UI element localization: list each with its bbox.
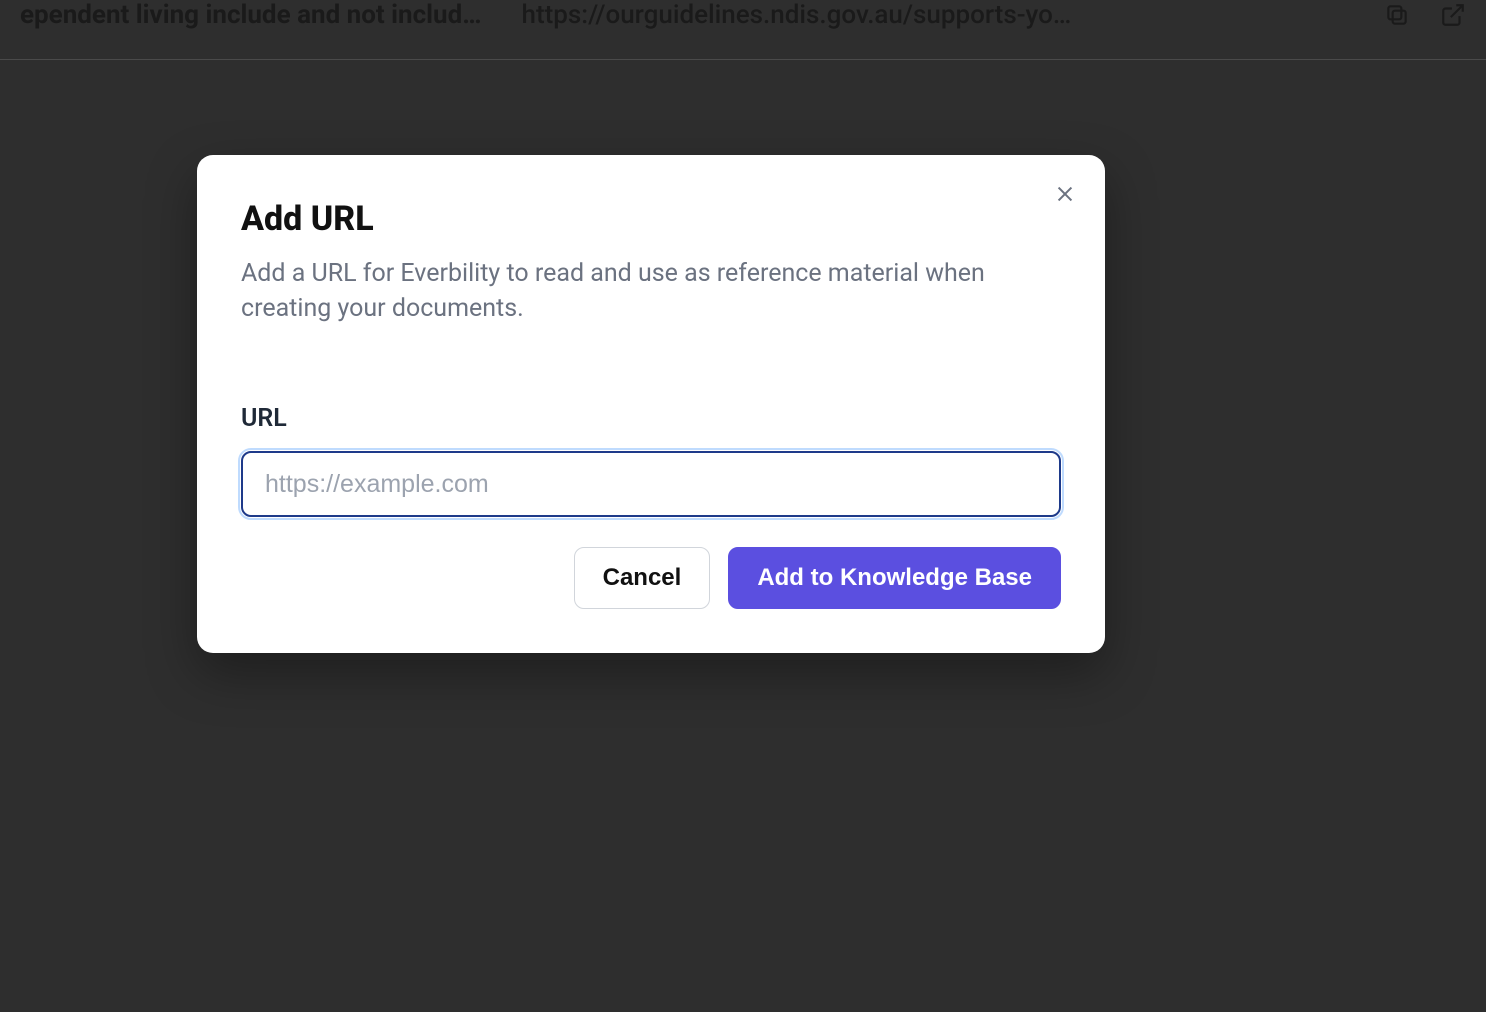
modal-description: Add a URL for Everbility to read and use…: [241, 257, 1041, 326]
close-icon: [1054, 183, 1076, 208]
modal-actions: Cancel Add to Knowledge Base: [241, 547, 1061, 609]
close-button[interactable]: [1047, 177, 1083, 213]
cancel-button[interactable]: Cancel: [574, 547, 711, 609]
url-input[interactable]: [241, 451, 1061, 517]
url-field-label: URL: [241, 404, 1061, 433]
add-url-modal: Add URL Add a URL for Everbility to read…: [197, 155, 1105, 653]
add-to-knowledge-base-button[interactable]: Add to Knowledge Base: [728, 547, 1061, 609]
modal-title: Add URL: [241, 199, 1061, 239]
